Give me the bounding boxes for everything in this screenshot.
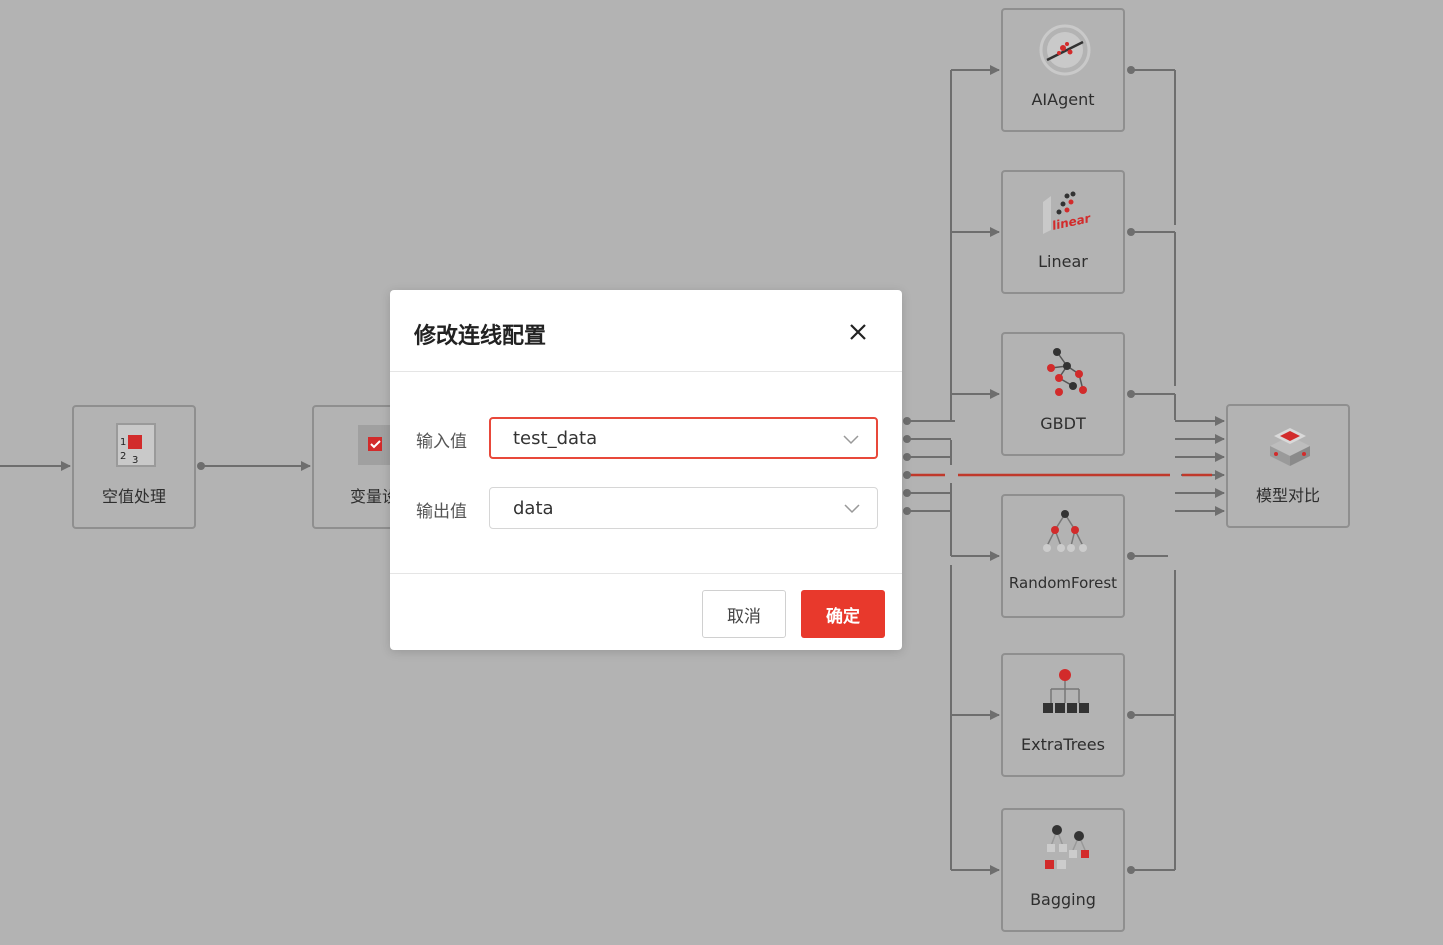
node-gbdt[interactable]: GBDT xyxy=(1001,332,1125,456)
svg-text:2: 2 xyxy=(120,451,126,462)
random-forest-icon xyxy=(1043,510,1087,552)
edit-connection-dialog: 修改连线配置 输入值 test_data 输出值 data 取消 确定 xyxy=(390,290,902,650)
compass-icon xyxy=(1039,24,1091,76)
dialog-header: 修改连线配置 xyxy=(390,290,902,372)
hierarchy-icon xyxy=(1043,669,1089,713)
node-label: Linear xyxy=(1038,252,1088,271)
chevron-down-icon xyxy=(843,435,859,445)
numbered-grid-icon: 1 2 3 xyxy=(116,423,156,467)
dialog-footer: 取消 确定 xyxy=(390,573,902,650)
stack-compare-icon xyxy=(1270,428,1310,466)
node-label: GBDT xyxy=(1040,414,1086,433)
node-compare[interactable]: 模型对比 xyxy=(1226,404,1350,528)
linear-icon: linear xyxy=(1043,191,1093,234)
output-select-value: data xyxy=(513,498,554,519)
cancel-button[interactable]: 取消 xyxy=(702,590,786,638)
svg-text:linear: linear xyxy=(1051,211,1093,233)
dialog-title: 修改连线配置 xyxy=(414,324,547,349)
node-randomforest[interactable]: RandomForest xyxy=(1001,494,1125,618)
output-label: 输出值 xyxy=(416,502,467,522)
input-select-value: test_data xyxy=(513,428,598,449)
input-row: 输入值 test_data xyxy=(390,417,902,459)
close-icon[interactable] xyxy=(846,320,870,344)
node-bagging[interactable]: Bagging xyxy=(1001,808,1125,932)
confirm-button[interactable]: 确定 xyxy=(801,590,885,638)
bagging-icon xyxy=(1045,825,1089,869)
output-select[interactable]: data xyxy=(489,487,878,529)
svg-text:1: 1 xyxy=(120,437,126,448)
node-label: 模型对比 xyxy=(1255,486,1320,505)
node-label: Bagging xyxy=(1030,890,1096,909)
node-linear[interactable]: linear Linear xyxy=(1001,170,1125,294)
chevron-down-icon xyxy=(844,504,860,514)
input-label: 输入值 xyxy=(416,432,467,452)
node-label: AIAgent xyxy=(1031,90,1095,109)
output-row: 输出值 data xyxy=(390,487,902,529)
node-label: ExtraTrees xyxy=(1021,735,1105,754)
svg-text:3: 3 xyxy=(132,455,138,466)
tree-graph-icon xyxy=(1047,348,1087,396)
input-select[interactable]: test_data xyxy=(489,417,878,459)
node-aiagent[interactable]: AIAgent xyxy=(1001,8,1125,132)
node-kongzhi[interactable]: 1 2 3 空值处理 xyxy=(72,405,196,529)
node-label: 空值处理 xyxy=(101,487,166,506)
node-extratrees[interactable]: ExtraTrees xyxy=(1001,653,1125,777)
node-label: RandomForest xyxy=(1008,574,1118,592)
